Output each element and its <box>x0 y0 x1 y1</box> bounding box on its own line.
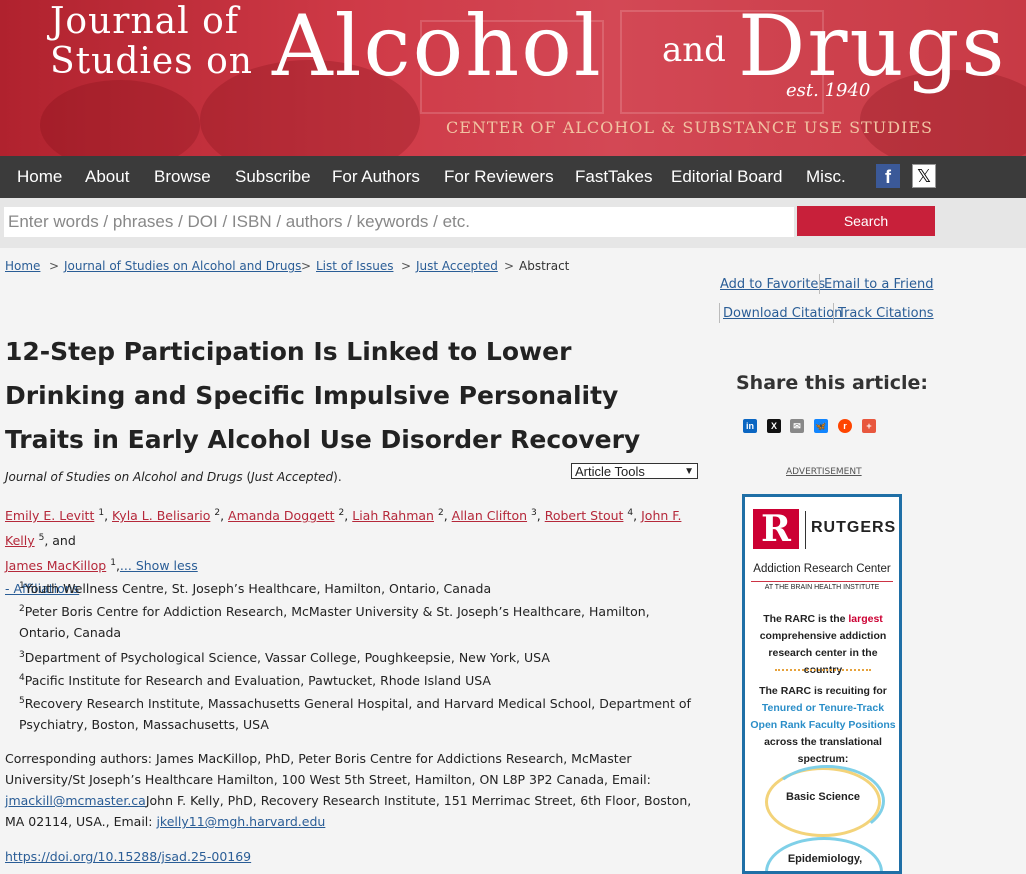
main-nav: Home About Browse Subscribe For Authors … <box>0 156 1026 198</box>
rutgers-advertisement[interactable]: R RUTGERS Addiction Research Center AT T… <box>742 494 902 874</box>
author-affiliation-number: 4 <box>627 508 634 518</box>
journal-name: Journal of Studies on Alcohol and Drugs <box>5 470 243 484</box>
x-icon[interactable]: X <box>767 419 781 433</box>
breadcrumb-separator: > <box>301 259 312 273</box>
journal-citation: Journal of Studies on Alcohol and Drugs … <box>5 470 342 484</box>
linkedin-icon[interactable]: in <box>743 419 757 433</box>
affiliation-item: 4Pacific Institute for Research and Eval… <box>19 668 699 691</box>
ad-paragraph: The RARC is recuiting for Tenured or Ten… <box>749 683 897 768</box>
journal-title-line1: Journal of <box>50 1 240 42</box>
corresponding-authors: Corresponding authors: James MacKillop, … <box>5 748 705 832</box>
nav-for-reviewers[interactable]: For Reviewers <box>444 156 554 198</box>
breadcrumb-journal[interactable]: Journal of Studies on Alcohol and Drugs <box>64 259 301 273</box>
chevron-down-icon: ▼ <box>684 466 694 477</box>
reddit-icon[interactable]: r <box>838 419 852 433</box>
bluesky-icon[interactable]: 🦋 <box>814 419 828 433</box>
author-link[interactable]: Allan Clifton <box>452 508 527 523</box>
nav-misc[interactable]: Misc. <box>806 156 846 198</box>
affiliation-item: 2Peter Boris Centre for Addiction Resear… <box>19 599 699 643</box>
breadcrumb-separator: > <box>504 259 515 273</box>
affiliation-item: 5Recovery Research Institute, Massachuse… <box>19 691 699 735</box>
article-tools-label: Article Tools <box>575 464 645 479</box>
divider <box>805 511 806 549</box>
add-to-favorites-link[interactable]: Add to Favorites <box>720 277 825 292</box>
established-year: est. 1940 <box>786 80 871 101</box>
affiliation-text: Peter Boris Centre for Addiction Researc… <box>19 604 650 641</box>
author-affiliation-number: 2 <box>214 508 221 518</box>
corresponding-text: Corresponding authors: James MacKillop, … <box>5 751 651 787</box>
author-link[interactable]: James MacKillop <box>5 558 106 573</box>
author-link[interactable]: Amanda Doggett <box>228 508 335 523</box>
more-icon[interactable]: + <box>862 419 876 433</box>
author-affiliation-number: 2 <box>437 508 444 518</box>
search-button[interactable]: Search <box>797 206 935 236</box>
doi-link[interactable]: https://doi.org/10.15288/jsad.25-00169 <box>5 849 251 864</box>
x-twitter-icon[interactable]: 𝕏 <box>912 164 936 188</box>
share-title: Share this article: <box>736 372 928 394</box>
breadcrumb-just-accepted[interactable]: Just Accepted <box>416 259 498 273</box>
ad-highlight: largest <box>848 613 883 625</box>
author-affiliation-number: 1 <box>98 508 105 518</box>
ad-center-subtitle: AT THE BRAIN HEALTH INSTITUTE <box>751 581 893 591</box>
dotted-divider <box>775 669 871 671</box>
basic-science-label: Basic Science <box>786 791 860 803</box>
email-link[interactable]: jmackill@mcmaster.ca <box>5 793 146 808</box>
article-title: 12-Step Participation Is Linked to Lower… <box>5 337 641 454</box>
author-affiliation-number: 1 <box>110 558 116 569</box>
journal-title-alcohol: Alcohol <box>272 0 603 95</box>
breadcrumb-list-of-issues[interactable]: List of Issues <box>316 259 393 273</box>
nav-about[interactable]: About <box>85 156 129 198</box>
journal-title-line2: Studies on <box>50 41 253 82</box>
epidemiology-label: Epidemiology, <box>787 853 863 865</box>
nav-fasttakes[interactable]: FastTakes <box>575 156 652 198</box>
nav-browse[interactable]: Browse <box>154 156 211 198</box>
email-friend-link[interactable]: Email to a Friend <box>824 277 933 292</box>
journal-status: Just Accepted <box>251 470 334 484</box>
rutgers-logo: R <box>753 509 799 549</box>
affiliation-text: Pacific Institute for Research and Evalu… <box>24 673 491 689</box>
nav-for-authors[interactable]: For Authors <box>332 156 420 198</box>
ad-highlight: Tenured or Tenure-Track Open Rank Facult… <box>750 702 896 731</box>
breadcrumb-separator: > <box>401 259 412 273</box>
divider <box>833 303 834 323</box>
article-tools-select[interactable]: Article Tools ▼ <box>571 463 698 479</box>
journal-title-drugs: Drugs <box>738 0 1007 95</box>
author-link[interactable]: Robert Stout <box>545 508 624 523</box>
journal-banner[interactable]: Journal of Studies on Alcohol and Drugs … <box>0 0 1026 156</box>
author-link[interactable]: Emily E. Levitt <box>5 508 94 523</box>
author-affiliation-number: 3 <box>531 508 537 518</box>
email-icon[interactable]: ✉ <box>790 419 804 433</box>
affiliation-item: 1Youth Wellness Centre, St. Joseph’s Hea… <box>19 576 699 599</box>
affiliation-text: Department of Psychological Science, Vas… <box>24 650 550 666</box>
author-link[interactable]: Kyla L. Belisario <box>112 508 210 523</box>
affiliation-text: Youth Wellness Centre, St. Joseph’s Heal… <box>24 581 492 597</box>
divider <box>819 274 820 294</box>
show-less-link[interactable]: ... Show less <box>120 558 198 573</box>
ad-text: The RARC is recuiting for <box>759 685 887 697</box>
divider <box>719 303 720 323</box>
breadcrumb-separator: > <box>49 259 60 273</box>
rutgers-wordmark: RUTGERS <box>811 519 897 536</box>
affiliation-item: 3Department of Psychological Science, Va… <box>19 645 699 668</box>
nav-subscribe[interactable]: Subscribe <box>235 156 311 198</box>
affiliation-text: Recovery Research Institute, Massachuset… <box>19 696 691 733</box>
and-text: , and <box>44 533 76 549</box>
journal-title-and: and <box>662 30 726 70</box>
ad-text: across the translational spectrum: <box>764 736 882 765</box>
nav-home[interactable]: Home <box>17 156 62 198</box>
download-citation-link[interactable]: Download Citation <box>723 306 842 321</box>
breadcrumb-home[interactable]: Home <box>5 259 40 273</box>
track-citations-link[interactable]: Track Citations <box>838 306 934 321</box>
advertisement-label: ADVERTISEMENT <box>786 467 862 477</box>
author-link[interactable]: Liah Rahman <box>352 508 434 523</box>
author-affiliation-number: 2 <box>338 508 345 518</box>
ad-text: The RARC is the <box>763 613 849 625</box>
email-link[interactable]: jkelly11@mgh.harvard.edu <box>156 814 325 829</box>
search-input[interactable]: Enter words / phrases / DOI / ISBN / aut… <box>4 207 794 237</box>
center-name: CENTER OF ALCOHOL & SUBSTANCE USE STUDIE… <box>446 118 933 137</box>
nav-editorial-board[interactable]: Editorial Board <box>671 156 783 198</box>
facebook-icon[interactable]: f <box>876 164 900 188</box>
ad-center-name: Addiction Research Center <box>753 563 891 575</box>
breadcrumb-current: Abstract <box>519 259 570 273</box>
